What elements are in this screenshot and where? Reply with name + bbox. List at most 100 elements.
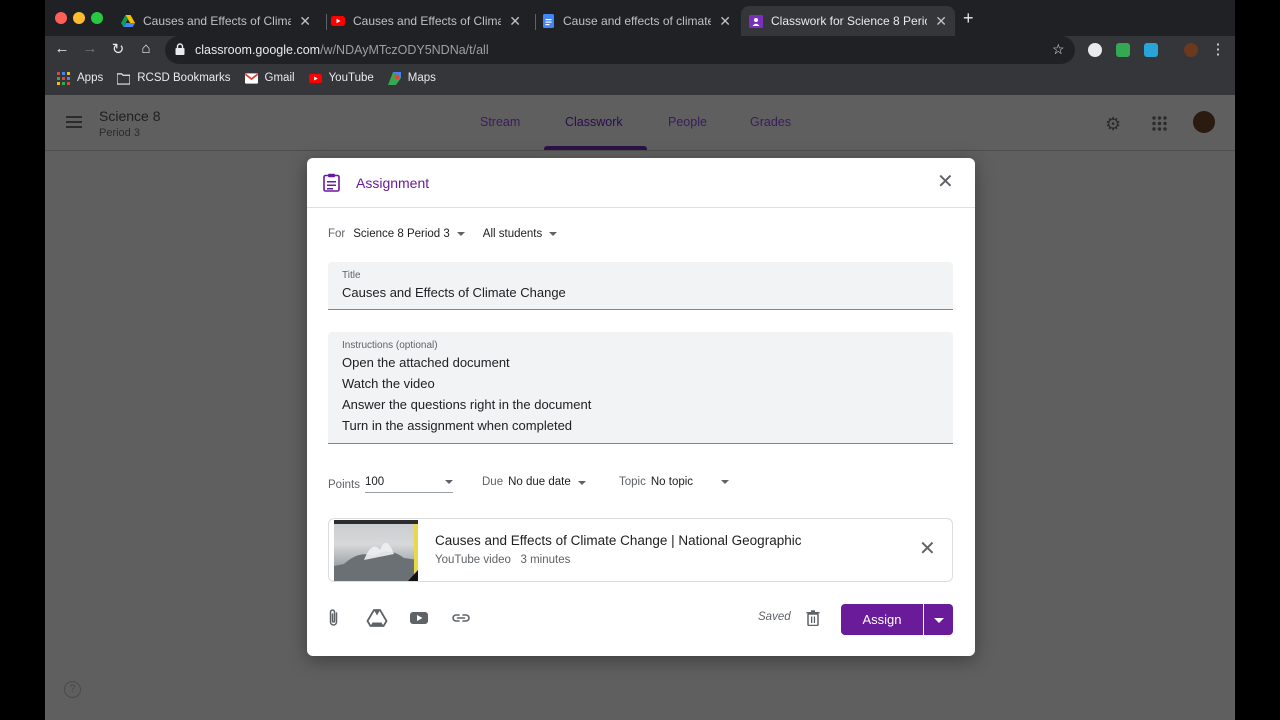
assignment-dialog: Assignment ✕ For Science 8 Period 3 All … [307,158,975,656]
title-value: Causes and Effects of Climate Change [342,285,566,300]
due-label: Due [482,476,504,488]
tab-stream[interactable]: Stream [480,115,520,129]
attachment-title[interactable]: Causes and Effects of Climate Change | N… [435,533,801,548]
tab-title: Cause and effects of climate c [563,14,712,28]
help-icon[interactable]: ? [64,681,81,698]
title-field[interactable]: Title Causes and Effects of Climate Chan… [328,262,953,310]
bookmark-youtube[interactable]: YouTube [308,72,374,85]
bookmark-label: Maps [407,72,436,84]
attachment-kind: YouTube video [435,554,511,566]
tab-strip: Causes and Effects of Climate ✕ Causes a… [45,0,1235,36]
for-label: For [328,228,346,240]
bookmark-folder-rcsd[interactable]: RCSD Bookmarks [117,72,231,85]
apps-grid-icon [57,71,70,85]
extension-icon[interactable] [1144,43,1158,57]
instructions-label: Instructions (optional) [342,340,438,351]
paperclip-attach-icon[interactable] [323,607,345,629]
instruction-line: Answer the questions right in the docume… [342,397,592,412]
topic-select[interactable]: No topic [651,476,729,488]
browser-window: Causes and Effects of Climate ✕ Causes a… [45,0,1235,720]
remove-attachment-icon[interactable]: ✕ [919,539,936,559]
url-text: classroom.google.com/w/NDAyMTczODY5NDNa/… [195,43,489,57]
minimize-window-button[interactable] [73,12,85,24]
students-select[interactable]: All students [483,228,558,240]
close-dialog-icon[interactable]: ✕ [937,172,954,192]
instructions-field[interactable]: Instructions (optional) Open the attache… [328,332,953,444]
class-section: Period 3 [99,127,140,139]
dropdown-arrow-icon [456,232,465,236]
forward-arrow-icon[interactable]: → [80,40,100,57]
attachment-card[interactable]: Causes and Effects of Climate Change | N… [328,518,953,582]
tab-classwork[interactable]: Classwork [565,115,623,129]
google-apps-icon[interactable] [1152,115,1167,136]
back-arrow-icon[interactable]: ← [52,40,72,57]
bookmark-label: Gmail [264,72,295,84]
dropdown-arrow-icon [934,618,944,623]
address-bar[interactable]: classroom.google.com/w/NDAyMTczODY5NDNa/… [165,36,1075,64]
main-menu-icon[interactable] [66,116,82,128]
instruction-line: Watch the video [342,376,435,391]
google-maps-icon [387,71,401,85]
assign-options-button[interactable] [924,604,953,635]
extension-icon[interactable] [1116,43,1130,57]
google-classroom-icon [749,14,763,28]
profile-avatar-icon[interactable] [1184,43,1198,57]
youtube-icon [331,14,345,28]
browser-tab[interactable]: Causes and Effects of Climate ✕ [323,6,529,36]
class-title[interactable]: Science 8 [99,108,160,124]
due-select[interactable]: No due date [508,476,586,488]
more-vert-icon[interactable]: ⋮ [1208,40,1228,58]
close-tab-icon[interactable]: ✕ [509,13,521,30]
browser-tab[interactable]: Causes and Effects of Climate ✕ [113,6,319,36]
instructions-text: Open the attached document Watch the vid… [342,352,591,436]
folder-icon [117,72,131,85]
dropdown-arrow-icon [444,480,453,484]
close-tab-icon[interactable]: ✕ [719,13,731,30]
google-drive-icon [121,14,135,28]
attachment-meta: YouTube video 3 minutes [435,554,570,566]
close-window-button[interactable] [55,12,67,24]
classroom-page: Science 8 Period 3 Stream Classwork Peop… [45,95,1235,720]
bookmark-apps[interactable]: Apps [57,71,104,85]
saved-status: Saved [758,611,791,623]
home-icon[interactable]: ⌂ [136,40,156,57]
tab-people[interactable]: People [668,115,707,129]
extension-icon[interactable] [1088,43,1102,57]
browser-tab-active[interactable]: Classwork for Science 8 Period ✕ [741,6,955,36]
class-select[interactable]: Science 8 Period 3 [353,228,465,240]
browser-toolbar: ← → ↻ ⌂ classroom.google.com/w/NDAyMTczO… [45,36,1235,64]
gmail-icon [244,72,258,84]
close-tab-icon[interactable]: ✕ [299,13,311,30]
bookmark-gmail[interactable]: Gmail [244,72,295,85]
bookmark-maps[interactable]: Maps [387,71,436,85]
assign-button[interactable]: Assign [841,604,923,635]
link-icon[interactable] [450,607,472,629]
tab-grades[interactable]: Grades [750,115,791,129]
bookmark-star-icon[interactable]: ☆ [1052,41,1065,58]
dropdown-arrow-icon [549,232,558,236]
bookmark-label: Apps [77,72,104,84]
topic-value: No topic [650,476,694,488]
points-value: 100 [364,476,385,488]
video-thumbnail[interactable] [334,520,418,581]
points-select[interactable]: 100 [364,476,453,493]
audience-row: For Science 8 Period 3 All students [328,228,558,240]
browser-tab[interactable]: Cause and effects of climate c ✕ [533,6,739,36]
new-tab-icon[interactable]: + [963,8,974,29]
reload-icon[interactable]: ↻ [108,40,128,58]
classroom-header: Science 8 Period 3 Stream Classwork Peop… [45,95,1235,151]
tab-title: Causes and Effects of Climate [353,14,502,28]
close-tab-icon[interactable]: ✕ [935,13,947,30]
zoom-window-button[interactable] [91,12,103,24]
trash-delete-icon[interactable] [806,610,820,626]
youtube-icon[interactable] [408,607,430,629]
class-select-value: Science 8 Period 3 [353,228,450,240]
google-drive-icon[interactable] [366,607,388,629]
dropdown-arrow-icon [577,481,586,485]
google-docs-icon [541,14,555,28]
account-avatar[interactable] [1193,111,1215,133]
settings-gear-icon[interactable]: ⚙ [1105,114,1121,135]
active-tab-indicator [544,146,647,150]
url-path: /w/NDAyMTczODY5NDNa/t/all [320,43,489,57]
bookmark-label: YouTube [328,72,374,84]
